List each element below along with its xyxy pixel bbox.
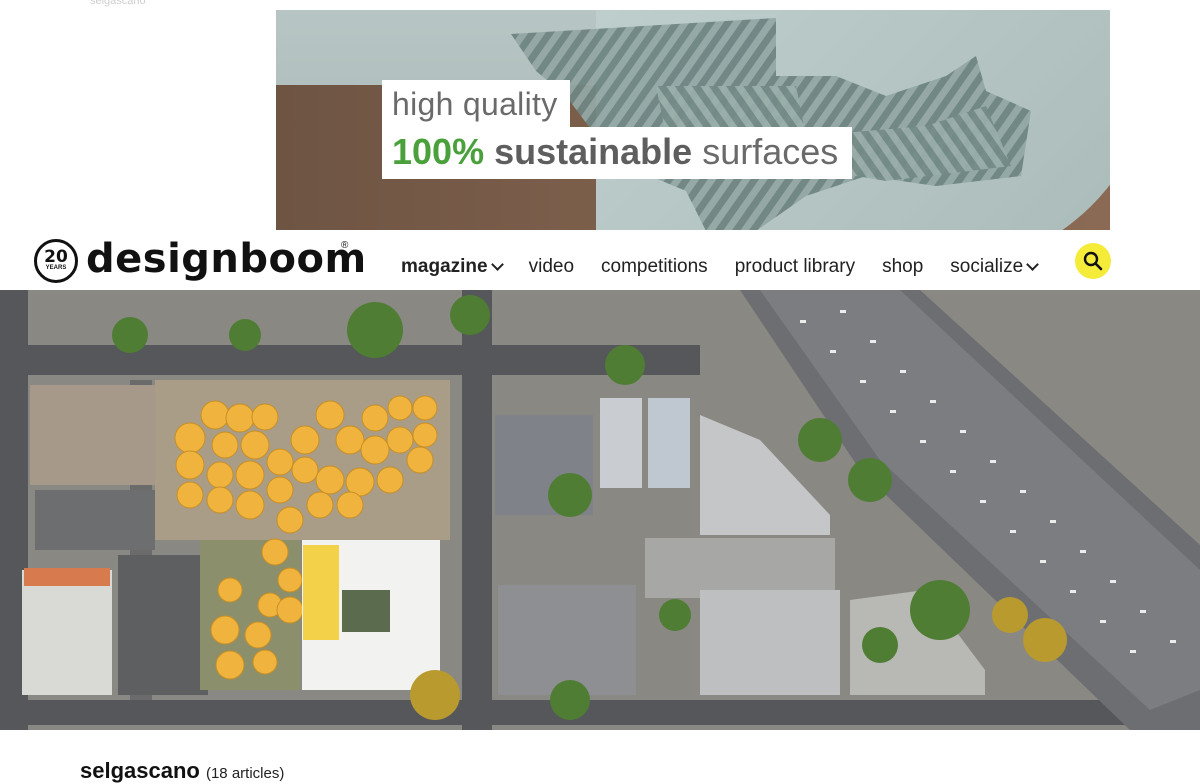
nav-menu: magazine video competitions product libr… — [401, 256, 1064, 278]
nav-item-shop[interactable]: shop — [882, 256, 923, 278]
ad-bold-text: sustainable — [494, 131, 693, 172]
ad-green-text: 100% — [392, 131, 485, 172]
anniversary-badge-icon[interactable]: 20 YEARS — [34, 239, 78, 283]
tag-title: selgascano — [80, 758, 200, 783]
hero-aerial-image[interactable] — [0, 290, 1200, 730]
site-logo[interactable]: designboom — [86, 236, 367, 282]
nav-item-magazine[interactable]: magazine — [401, 256, 504, 278]
ad-line-1: high quality — [382, 80, 570, 127]
nav-item-socialize[interactable]: socialize — [950, 256, 1040, 278]
badge-label: YEARS — [45, 265, 67, 271]
badge-number: 20 — [44, 247, 68, 267]
ad-line-2: 100% sustainable surfaces — [382, 127, 853, 179]
main-navigation: 20 YEARS designboom ® magazine video com… — [0, 234, 1200, 290]
ad-headline: high quality 100% sustainable surfaces — [382, 80, 853, 179]
nav-item-label: socialize — [950, 256, 1024, 277]
registered-mark: ® — [341, 240, 349, 251]
search-button[interactable] — [1075, 243, 1111, 279]
chevron-down-icon — [490, 258, 504, 271]
nav-item-label: magazine — [401, 256, 488, 277]
nav-item-product-library[interactable]: product library — [735, 256, 855, 278]
nav-item-label: product library — [734, 256, 856, 277]
faded-header-text: selgascano — [90, 0, 146, 7]
article-count: (18 articles) — [205, 765, 285, 782]
nav-item-label: competitions — [601, 256, 708, 277]
chevron-down-icon — [1026, 258, 1040, 271]
ad-rest-text: surfaces — [702, 131, 839, 172]
nav-item-competitions[interactable]: competitions — [601, 256, 708, 278]
tag-heading: selgascano (18 articles) — [80, 758, 284, 784]
aerial-photo-illustration — [0, 290, 1200, 730]
search-icon — [1083, 251, 1103, 271]
nav-item-video[interactable]: video — [529, 256, 574, 278]
nav-item-label: video — [528, 256, 575, 277]
nav-item-label: shop — [882, 256, 924, 277]
ad-banner[interactable]: high quality 100% sustainable surfaces — [276, 10, 1110, 230]
